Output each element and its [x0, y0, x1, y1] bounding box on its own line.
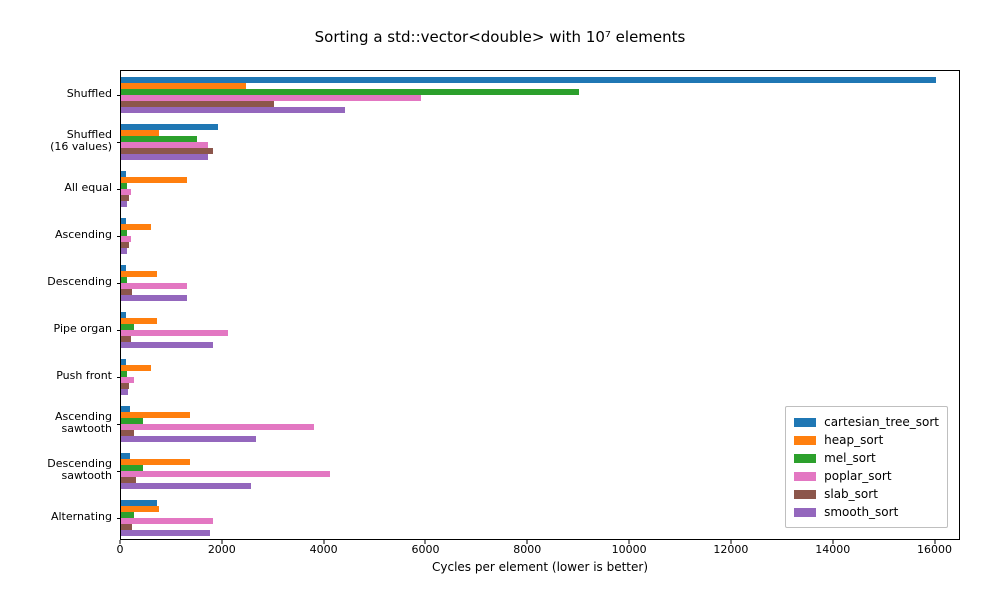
bar: [121, 471, 330, 477]
bar: [121, 107, 345, 113]
y-tick-label: Ascending sawtooth: [0, 411, 112, 436]
legend-label: heap_sort: [824, 433, 883, 447]
y-tick-label: Ascending: [0, 229, 112, 242]
legend-swatch: [794, 508, 816, 517]
legend-label: smooth_sort: [824, 505, 898, 519]
x-tick-label: 14000: [815, 543, 850, 556]
legend-label: poplar_sort: [824, 469, 891, 483]
bar: [121, 530, 210, 536]
x-tick-label: 6000: [411, 543, 439, 556]
chart-title-text: Sorting a std::vector<double> with 10⁷ e…: [315, 28, 686, 46]
bar: [121, 483, 251, 489]
bar: [121, 389, 128, 395]
x-axis-label: Cycles per element (lower is better): [120, 560, 960, 574]
chart-title: Sorting a std::vector<double> with 10⁷ e…: [0, 28, 1000, 46]
legend-label: cartesian_tree_sort: [824, 415, 939, 429]
bar: [121, 201, 127, 207]
y-tick-label: Alternating: [0, 511, 112, 524]
legend-swatch: [794, 490, 816, 499]
x-tick-label: 2000: [208, 543, 236, 556]
bar: [121, 330, 228, 336]
y-tick-label: Shuffled: [0, 88, 112, 101]
y-tick-label: Descending: [0, 276, 112, 289]
bar: [121, 342, 213, 348]
x-axis-label-text: Cycles per element (lower is better): [432, 560, 648, 574]
bar: [121, 424, 314, 430]
bar: [121, 248, 127, 254]
x-tick-label: 16000: [917, 543, 952, 556]
y-tick-label: Push front: [0, 370, 112, 383]
legend-swatch: [794, 418, 816, 427]
x-tick-label: 10000: [612, 543, 647, 556]
bar: [121, 436, 256, 442]
x-tick-label: 12000: [713, 543, 748, 556]
x-tick-label: 8000: [513, 543, 541, 556]
x-tick-label: 4000: [310, 543, 338, 556]
y-tick-label: All equal: [0, 182, 112, 195]
legend-swatch: [794, 454, 816, 463]
y-tick-label: Shuffled (16 values): [0, 129, 112, 154]
bar: [121, 295, 187, 301]
x-tick-label: 0: [117, 543, 124, 556]
bar: [121, 177, 187, 183]
legend-label: slab_sort: [824, 487, 878, 501]
legend-item: poplar_sort: [794, 467, 939, 485]
legend: cartesian_tree_sort heap_sort mel_sortpopl…: [785, 406, 948, 528]
legend-item: smooth_sort: [794, 503, 939, 521]
bar: [121, 154, 208, 160]
legend-swatch: [794, 436, 816, 445]
legend-item: heap_sort: [794, 431, 939, 449]
legend-label: mel_sort: [824, 451, 876, 465]
legend-item: mel_sort: [794, 449, 939, 467]
legend-item: cartesian_tree_sort: [794, 413, 939, 431]
y-tick-label: Descending sawtooth: [0, 458, 112, 483]
legend-swatch: [794, 472, 816, 481]
y-tick-label: Pipe organ: [0, 323, 112, 336]
figure: Sorting a std::vector<double> with 10⁷ e…: [0, 0, 1000, 600]
bar: [121, 518, 213, 524]
legend-item: slab_sort: [794, 485, 939, 503]
